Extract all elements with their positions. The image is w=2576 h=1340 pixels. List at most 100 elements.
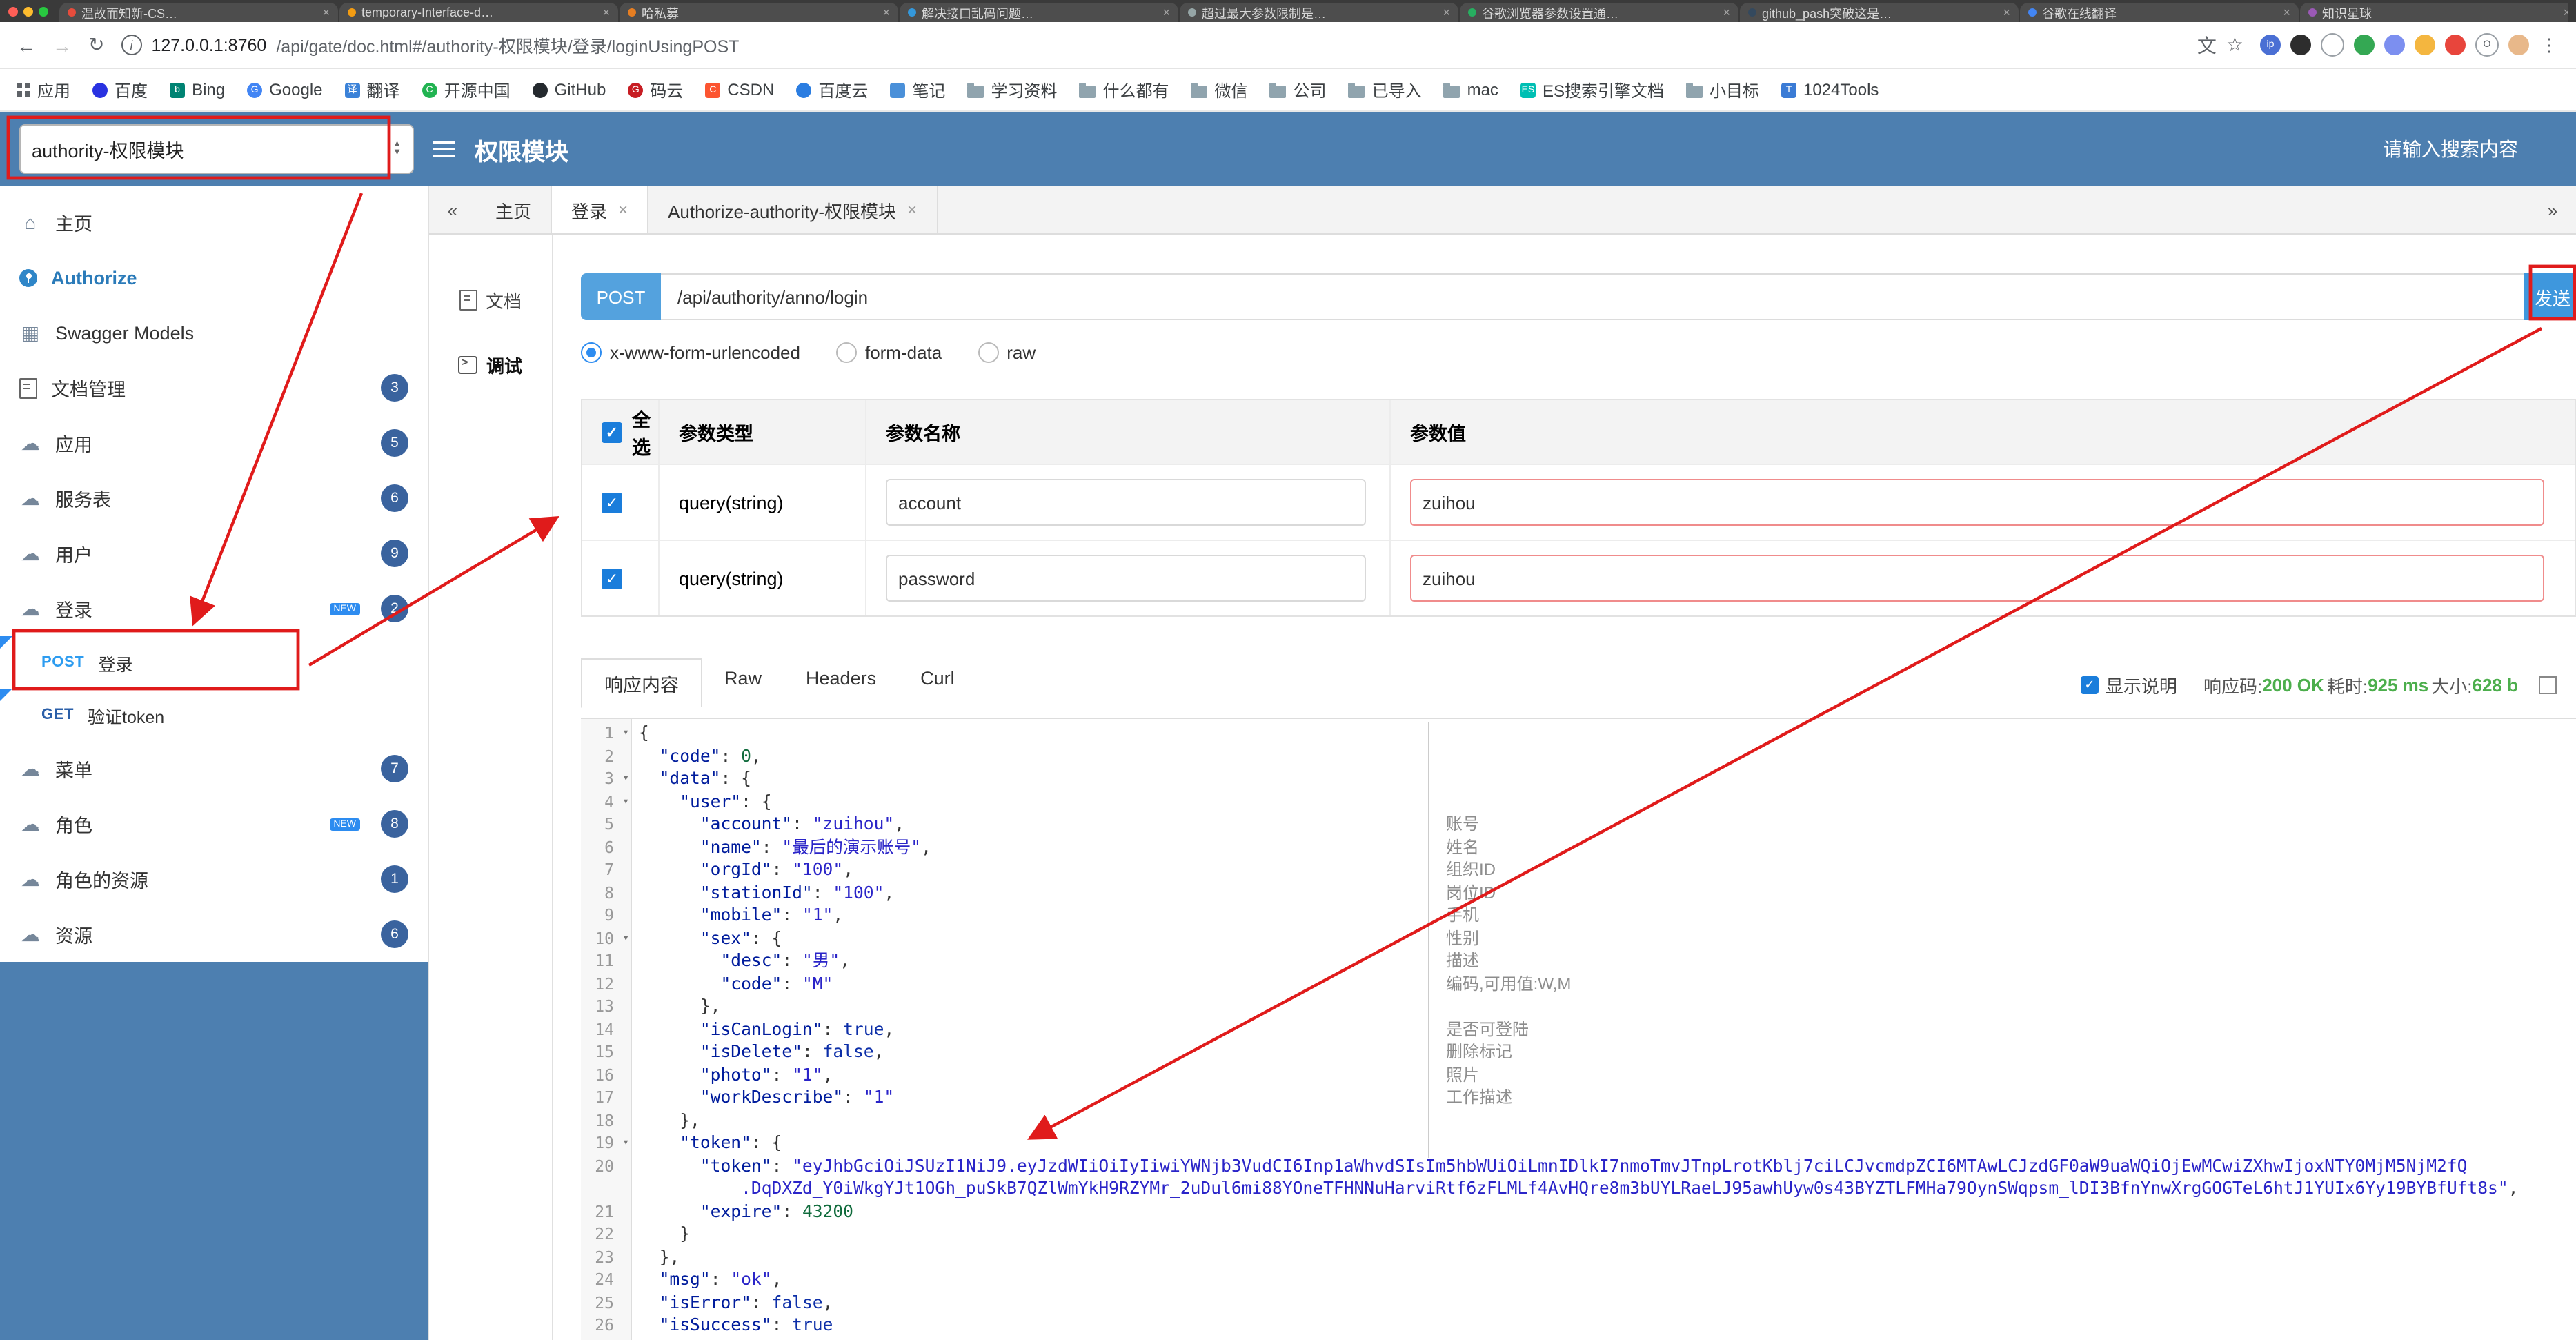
traffic-light-1[interactable]: [23, 6, 33, 16]
bookmark-item[interactable]: 小目标: [1685, 78, 1759, 101]
bookmark-item[interactable]: T 1024Tools: [1781, 80, 1879, 99]
bookmark-item[interactable]: G 码云: [628, 78, 683, 101]
extension-icon-ip[interactable]: ip: [2260, 35, 2281, 55]
menu-toggle-icon[interactable]: [433, 141, 455, 157]
bookmark-item[interactable]: 什么都有: [1079, 78, 1169, 101]
content-tab[interactable]: Authorize-authority-权限模块 ×: [648, 186, 938, 233]
sidebar-endpoint-post[interactable]: POST 登录: [0, 636, 428, 689]
show-desc-checkbox[interactable]: ✓: [2080, 676, 2099, 694]
row-checkbox[interactable]: ✓: [602, 492, 622, 513]
translate-icon[interactable]: 文: [2197, 31, 2217, 59]
content-tab[interactable]: 主页: [476, 186, 553, 233]
bookmark-item[interactable]: G Google: [247, 80, 323, 99]
bookmark-item[interactable]: 百度云: [796, 78, 868, 101]
bookmark-item[interactable]: mac: [1443, 80, 1498, 99]
browser-tab[interactable]: 解决接口乱码问题… ×: [900, 3, 1178, 22]
tabs-scroll-right-icon[interactable]: »: [2529, 186, 2576, 233]
forward-icon[interactable]: →: [52, 34, 72, 56]
browser-tab[interactable]: github_pash突破这是… ×: [1740, 3, 2019, 22]
sidebar-endpoint-get[interactable]: GET 验证token: [0, 689, 428, 741]
browser-menu-icon[interactable]: ⋮: [2539, 34, 2559, 55]
reload-icon[interactable]: ↻: [88, 33, 104, 57]
tab-close-icon[interactable]: ×: [907, 200, 917, 219]
tab-close-icon[interactable]: ×: [882, 6, 890, 19]
traffic-light-0[interactable]: [8, 6, 18, 16]
content-type-radio[interactable]: raw: [978, 342, 1036, 363]
bookmark-item[interactable]: ES ES搜索引擎文档: [1520, 78, 1664, 101]
info-icon[interactable]: i: [121, 35, 142, 55]
param-name-input[interactable]: [886, 479, 1366, 526]
bookmark-item[interactable]: b Bing: [170, 80, 225, 99]
tab-close-icon[interactable]: ×: [2003, 6, 2010, 19]
extension-icon-green[interactable]: [2354, 35, 2375, 55]
extension-icon-dark[interactable]: [2290, 35, 2311, 55]
bookmark-item[interactable]: 学习资料: [967, 78, 1057, 101]
browser-tab[interactable]: 哈私募 ×: [620, 3, 898, 22]
row-checkbox[interactable]: ✓: [602, 568, 622, 589]
bookmark-item[interactable]: 应用: [17, 78, 70, 101]
bookmark-item[interactable]: C CSDN: [705, 80, 774, 99]
browser-tab[interactable]: 谷歌浏览器参数设置通… ×: [1460, 3, 1738, 22]
param-name-input[interactable]: [886, 555, 1366, 602]
sidebar-item[interactable]: ☁ 服务表 6: [0, 471, 428, 526]
browser-tab[interactable]: 知识星球 ×: [2300, 3, 2568, 22]
bookmark-item[interactable]: 笔记: [890, 78, 945, 101]
browser-tab[interactable]: 温故而知新-CS… ×: [59, 3, 338, 22]
sidebar-item[interactable]: ☁ 登录 NEW 2: [0, 581, 428, 636]
sidebar-item[interactable]: ☁ 应用 5: [0, 415, 428, 471]
select-all-checkbox[interactable]: ✓: [602, 422, 622, 442]
doc-nav-doc[interactable]: 文档: [459, 287, 522, 313]
fold-icon[interactable]: ▾: [622, 767, 629, 790]
tabs-scroll-left-icon[interactable]: «: [429, 186, 476, 233]
response-tab[interactable]: Curl: [898, 658, 977, 707]
extension-icon-shield[interactable]: [2384, 35, 2405, 55]
fullscreen-icon[interactable]: [2539, 676, 2557, 694]
fold-icon[interactable]: ▾: [622, 1132, 629, 1154]
profile-avatar[interactable]: [2508, 35, 2529, 55]
send-button[interactable]: 发送: [2524, 273, 2576, 320]
tab-close-icon[interactable]: ×: [602, 6, 610, 19]
sidebar-item[interactable]: ☁ 资源 6: [0, 907, 428, 962]
tab-close-icon[interactable]: ×: [322, 6, 330, 19]
extension-icon-o[interactable]: O: [2475, 33, 2499, 57]
bookmark-item[interactable]: 百度: [92, 78, 148, 101]
sidebar-item[interactable]: ☁ 用户 9: [0, 526, 428, 581]
extension-icon-ring[interactable]: [2321, 33, 2344, 57]
sidebar-item[interactable]: 文档管理 3: [0, 360, 428, 415]
sidebar-item[interactable]: ☁ 角色 NEW 8: [0, 796, 428, 851]
traffic-lights[interactable]: [8, 6, 48, 16]
bookmark-item[interactable]: 微信: [1191, 78, 1248, 101]
bookmark-item[interactable]: 译翻译: [344, 78, 400, 101]
bookmark-item[interactable]: 公司: [1269, 78, 1327, 101]
param-value-input[interactable]: [1410, 479, 2544, 526]
fold-icon[interactable]: ▾: [622, 927, 629, 949]
tab-close-icon[interactable]: ×: [1443, 6, 1450, 19]
sidebar-item[interactable]: ☁ 角色的资源 1: [0, 851, 428, 907]
header-search-input[interactable]: 请输入搜索内容: [2383, 135, 2554, 163]
browser-tab[interactable]: temporary-Interface-d… ×: [339, 3, 618, 22]
tab-close-icon[interactable]: ×: [1723, 6, 1730, 19]
bookmark-item[interactable]: C 开源中国: [422, 78, 511, 101]
content-type-radio[interactable]: x-www-form-urlencoded: [581, 342, 800, 363]
param-value-input[interactable]: [1410, 555, 2544, 602]
bookmark-item[interactable]: GitHub: [532, 80, 606, 99]
response-tab[interactable]: Headers: [784, 658, 898, 707]
fold-icon[interactable]: ▾: [622, 722, 629, 745]
sidebar-item[interactable]: ▦ Swagger Models: [0, 305, 428, 360]
content-type-radio[interactable]: form-data: [835, 342, 942, 363]
traffic-light-2[interactable]: [39, 6, 48, 16]
back-icon[interactable]: ←: [17, 34, 36, 56]
browser-tab[interactable]: 超过最大参数限制是… ×: [1180, 3, 1458, 22]
url-box[interactable]: i 127.0.0.1:8760 /api/gate/doc.html#/aut…: [121, 31, 2243, 59]
editor-code[interactable]: { "code": 0, "data": { "user": { "accoun…: [632, 719, 2576, 1340]
extension-icon-red[interactable]: [2445, 35, 2466, 55]
response-tab[interactable]: 响应内容: [581, 658, 702, 708]
tab-close-icon[interactable]: ×: [618, 200, 628, 219]
module-select[interactable]: authority-权限模块 ▲ ▼: [19, 124, 414, 174]
tab-close-icon[interactable]: ×: [1162, 6, 1170, 19]
content-tab[interactable]: 登录 ×: [552, 186, 649, 233]
browser-tab[interactable]: 谷歌在线翻译 ×: [2020, 3, 2299, 22]
extension-icon-clip[interactable]: [2415, 35, 2435, 55]
bookmark-item[interactable]: 已导入: [1348, 78, 1422, 101]
tab-close-icon[interactable]: ×: [2563, 6, 2568, 19]
